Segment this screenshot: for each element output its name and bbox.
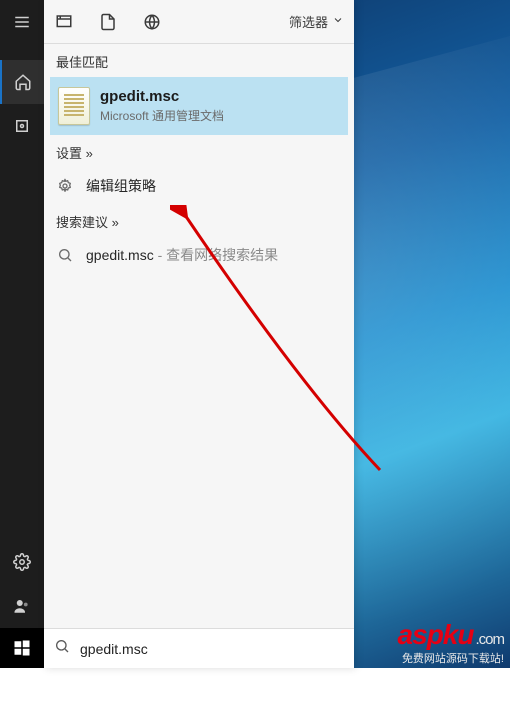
suggestion-item[interactable]: gpedit.msc - 查看网络搜索结果	[50, 237, 348, 273]
menu-icon[interactable]	[0, 0, 44, 44]
search-input[interactable]	[80, 641, 344, 657]
filter-dropdown[interactable]: 筛选器	[289, 12, 344, 31]
settings-header: 设置 »	[50, 135, 348, 168]
search-panel: 筛选器 最佳匹配 gpedit.msc Microsoft 通用管理文档 设置 …	[44, 0, 354, 668]
chevron-down-icon	[332, 14, 344, 29]
settings-icon[interactable]	[0, 540, 44, 584]
best-match-item[interactable]: gpedit.msc Microsoft 通用管理文档	[50, 77, 348, 135]
search-icon	[56, 246, 74, 264]
watermark-tagline: 免费网站源码下载站!	[398, 650, 504, 666]
search-bar	[44, 628, 354, 668]
start-sidebar	[0, 0, 44, 668]
apps-tab-icon[interactable]	[54, 12, 74, 32]
tab-bar: 筛选器	[44, 0, 354, 44]
best-match-header: 最佳匹配	[50, 44, 348, 77]
gear-icon	[56, 177, 74, 195]
settings-item-label: 编辑组策略	[86, 176, 156, 196]
watermark: aspku.com 免费网站源码下载站!	[398, 619, 504, 666]
documents-tab-icon[interactable]	[98, 12, 118, 32]
search-icon	[54, 638, 70, 659]
document-icon	[58, 87, 90, 125]
watermark-logo: aspku.com	[398, 619, 504, 652]
home-icon[interactable]	[0, 60, 44, 104]
best-match-subtitle: Microsoft 通用管理文档	[100, 107, 224, 124]
settings-item[interactable]: 编辑组策略	[50, 168, 348, 204]
user-icon[interactable]	[0, 584, 44, 628]
suggestions-header: 搜索建议 »	[50, 204, 348, 237]
web-tab-icon[interactable]	[142, 12, 162, 32]
best-match-title: gpedit.msc	[100, 88, 224, 105]
filter-label: 筛选器	[289, 12, 328, 31]
suggestion-text: gpedit.msc - 查看网络搜索结果	[86, 245, 278, 265]
app-placeholder-icon[interactable]	[0, 104, 44, 148]
start-button[interactable]	[0, 628, 44, 668]
results-content: 最佳匹配 gpedit.msc Microsoft 通用管理文档 设置 » 编辑…	[44, 44, 354, 628]
